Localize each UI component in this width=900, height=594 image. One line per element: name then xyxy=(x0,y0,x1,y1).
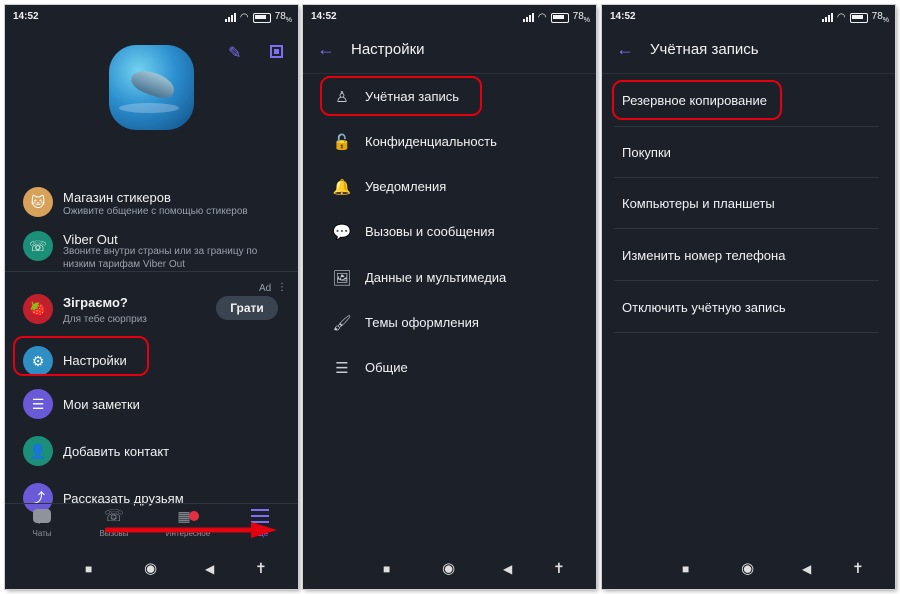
notes-item[interactable]: ☰ Мои заметки xyxy=(5,387,298,427)
page-title: Настройки xyxy=(351,41,425,58)
status-time: 14:52 xyxy=(13,11,39,22)
back-icon[interactable]: ◀ xyxy=(802,563,811,575)
list-icon: ☰ xyxy=(335,360,349,377)
account-label: Компьютеры и планшеты xyxy=(622,196,775,211)
account-label: Изменить номер телефона xyxy=(622,248,786,263)
phone-icon: ☏ xyxy=(23,231,53,261)
account-item-purchases[interactable]: Покупки xyxy=(614,126,879,178)
app-header: ← Учётная запись xyxy=(602,27,895,74)
ad-title: Зіграємо? xyxy=(63,295,128,310)
sticker-icon: 🐱 xyxy=(23,187,53,217)
settings-label: Уведомления xyxy=(365,179,447,194)
home-icon[interactable]: ◉ xyxy=(442,561,455,576)
status-time: 14:52 xyxy=(311,11,337,22)
account-label: Покупки xyxy=(622,145,671,160)
home-icon[interactable]: ◉ xyxy=(741,561,754,576)
settings-item-privacy[interactable]: 🔓 Конфиденциальность xyxy=(303,123,596,161)
recents-icon[interactable]: ■ xyxy=(383,563,390,575)
highlight-frame xyxy=(320,76,482,116)
notes-label: Мои заметки xyxy=(63,397,140,412)
back-icon[interactable]: ◀ xyxy=(503,563,512,575)
wifi-icon: ◠ xyxy=(239,12,249,23)
qr-code-icon[interactable] xyxy=(270,45,283,58)
brush-icon: 🖌 xyxy=(332,315,352,332)
ad-subtitle: Для тебе сюрприз xyxy=(63,314,147,325)
bell-icon: 🔔 xyxy=(332,179,352,196)
sticker-market-subtitle: Оживите общение с помощью стикеров xyxy=(63,206,248,217)
signal-icon xyxy=(821,13,833,22)
recents-icon[interactable]: ■ xyxy=(85,563,92,575)
app-header: ← Настройки xyxy=(303,27,596,74)
profile-avatar[interactable] xyxy=(109,45,194,130)
chat-bubble-icon xyxy=(33,509,51,524)
back-icon[interactable]: ◀ xyxy=(205,563,214,575)
settings-label: Темы оформления xyxy=(365,315,479,330)
signal-icon xyxy=(522,13,534,22)
back-arrow-icon[interactable]: ← xyxy=(616,39,634,60)
account-label: Отключить учётную запись xyxy=(622,300,786,315)
settings-label: Общие xyxy=(365,360,408,375)
settings-item-media[interactable]: 🖼 Данные и мультимедиа xyxy=(303,259,596,297)
highlight-frame xyxy=(612,80,782,120)
settings-label: Вызовы и сообщения xyxy=(365,224,495,239)
settings-item-general[interactable]: ☰ Общие xyxy=(303,349,596,387)
lock-icon: 🔓 xyxy=(332,134,352,151)
message-icon: 💬 xyxy=(332,224,352,241)
battery-icon xyxy=(849,12,868,23)
tab-label: Чаты xyxy=(32,529,52,538)
account-screen: 14:52 ◠ 78% ← Учётная запись Резервное к… xyxy=(602,5,895,589)
status-bar: 14:52 ◠ 78% xyxy=(13,11,292,24)
account-item-change-number[interactable]: Изменить номер телефона xyxy=(614,229,879,281)
accessibility-icon[interactable]: ✝ xyxy=(852,561,864,575)
image-icon: 🖼 xyxy=(332,270,352,287)
add-contact-item[interactable]: 👤 Добавить контакт xyxy=(5,434,298,474)
tab-chats[interactable]: Чаты xyxy=(13,503,71,538)
viber-out-subtitle-line1: Звоните внутри страны или за границу по xyxy=(63,246,258,257)
battery-icon xyxy=(550,12,569,23)
checklist-icon: ☰ xyxy=(23,389,53,419)
account-item-devices[interactable]: Компьютеры и планшеты xyxy=(614,177,879,229)
sticker-market-title: Магазин стикеров xyxy=(63,190,171,205)
settings-item-calls-messages[interactable]: 💬 Вызовы и сообщения xyxy=(303,213,596,251)
battery-level: 78 xyxy=(572,11,584,22)
back-arrow-icon[interactable]: ← xyxy=(317,39,335,60)
home-icon[interactable]: ◉ xyxy=(144,561,157,576)
accessibility-icon[interactable]: ✝ xyxy=(255,561,267,575)
status-time: 14:52 xyxy=(610,11,636,22)
highlight-frame xyxy=(13,336,149,376)
recents-icon[interactable]: ■ xyxy=(682,563,689,575)
viber-out-item[interactable]: ☏ Viber Out Звоните внутри страны или за… xyxy=(5,227,298,271)
accessibility-icon[interactable]: ✝ xyxy=(553,561,565,575)
battery-level: 78 xyxy=(274,11,286,22)
battery-level: 78 xyxy=(871,11,883,22)
signal-icon xyxy=(224,13,236,22)
android-nav-bar: ■ ◉ ◀ ✝ xyxy=(5,549,298,589)
battery-icon xyxy=(252,12,271,23)
red-arrow-annotation xyxy=(105,522,277,538)
settings-label: Конфиденциальность xyxy=(365,134,497,149)
viber-out-subtitle-line2: низким тарифам Viber Out xyxy=(63,259,185,270)
android-nav-bar: ■ ◉ ◀ ✝ xyxy=(602,549,895,589)
viber-more-screen: 14:52 ◠ 78% ✎ 🐱 Магазин стикеров Оживите… xyxy=(5,5,298,589)
settings-item-themes[interactable]: 🖌 Темы оформления xyxy=(303,304,596,342)
settings-label: Данные и мультимедиа xyxy=(365,270,507,285)
wifi-icon: ◠ xyxy=(836,12,846,23)
wifi-icon: ◠ xyxy=(537,12,547,23)
strawberry-icon: 🍓 xyxy=(23,294,53,324)
play-button[interactable]: Грати xyxy=(216,296,278,320)
edit-icon[interactable]: ✎ xyxy=(228,43,241,63)
add-contact-icon: 👤 xyxy=(23,436,53,466)
settings-screen: 14:52 ◠ 78% ← Настройки ♙ Учётная запись… xyxy=(303,5,596,589)
status-bar: 14:52 ◠ 78% xyxy=(610,11,889,24)
android-nav-bar: ■ ◉ ◀ ✝ xyxy=(303,549,596,589)
account-item-deactivate[interactable]: Отключить учётную запись xyxy=(614,281,879,333)
divider xyxy=(5,271,298,272)
add-contact-label: Добавить контакт xyxy=(63,444,170,459)
sticker-market-item[interactable]: 🐱 Магазин стикеров Оживите общение с пом… xyxy=(5,185,298,225)
status-bar: 14:52 ◠ 78% xyxy=(311,11,590,24)
settings-item-notifications[interactable]: 🔔 Уведомления xyxy=(303,168,596,206)
page-title: Учётная запись xyxy=(650,41,759,58)
